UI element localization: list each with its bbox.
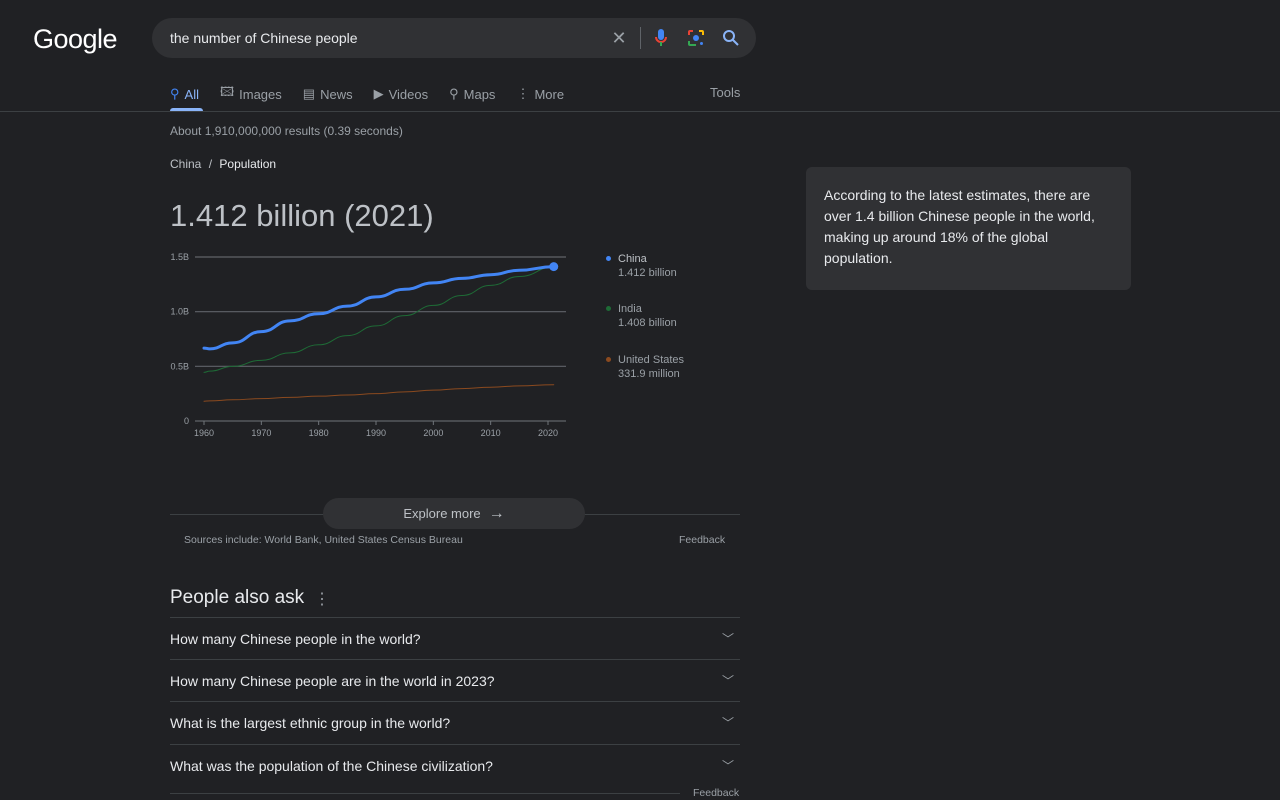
tab-label: Videos (388, 86, 429, 102)
china-endpoint-marker (549, 262, 559, 272)
question-text: How many Chinese people in the world? (170, 630, 421, 647)
lens-icon[interactable] (684, 26, 708, 50)
tab-label: Images (239, 86, 282, 102)
us-dot-icon (606, 357, 611, 362)
question-item[interactable]: What was the population of the Chinese c… (170, 744, 740, 786)
tools-button[interactable]: Tools (710, 85, 740, 100)
tab-label: All (184, 86, 199, 102)
question-item[interactable]: How many Chinese people in the world? ﹀ (170, 617, 740, 659)
chevron-down-icon: ﹀ (721, 674, 734, 688)
divider (170, 793, 680, 794)
search-input[interactable]: the number of Chinese people (170, 30, 358, 46)
series-line-united-states (203, 384, 555, 402)
question-text: What is the largest ethnic group in the … (170, 714, 451, 731)
ai-summary-panel: According to the latest estimates, there… (806, 167, 1131, 290)
people-also-ask-title: People also ask (170, 587, 305, 608)
question-item[interactable]: How many Chinese people are in the world… (170, 659, 740, 701)
tab-videos[interactable]: ▶ Videos (374, 84, 429, 104)
legend-name: United States (618, 354, 685, 366)
play-icon: ▶ (373, 86, 384, 101)
y-tick-label: 0.5B (170, 361, 189, 371)
chevron-down-icon: ﹀ (721, 716, 734, 730)
series-line-china (202, 265, 556, 351)
feedback-link[interactable]: Feedback (693, 787, 739, 799)
y-tick-label: 1.0B (170, 307, 189, 317)
sources-text: Sources include: World Bank, United Stat… (184, 534, 463, 546)
more-options-icon[interactable]: ⋮ (314, 589, 330, 609)
x-tick-label: 1970 (251, 428, 271, 438)
tab-label: More (534, 86, 565, 102)
mic-icon[interactable] (649, 26, 673, 50)
close-icon[interactable]: ✕ (607, 26, 631, 50)
legend-value: 331.9 million (618, 368, 680, 380)
china-dot-icon (606, 256, 611, 261)
legend-us[interactable]: United States 331.9 million (606, 353, 685, 381)
search-icon[interactable] (719, 26, 743, 50)
header-divider (0, 111, 1280, 112)
breadcrumb-population: Population (219, 157, 277, 171)
india-dot-icon (606, 306, 611, 311)
explore-label: Explore more (403, 506, 481, 521)
search-box[interactable]: the number of Chinese people ✕ (152, 18, 756, 58)
legend-india[interactable]: India 1.408 billion (606, 302, 677, 330)
breadcrumb-china[interactable]: China (170, 157, 201, 171)
legend-china[interactable]: China 1.412 billion (606, 252, 677, 280)
result-stats: About 1,910,000,000 results (0.39 second… (170, 124, 403, 138)
arrow-right-icon: → (488, 504, 505, 522)
chevron-down-icon: ﹀ (721, 759, 734, 773)
legend-value: 1.408 billion (618, 317, 677, 329)
x-tick-label: 1960 (194, 428, 214, 438)
feedback-link[interactable]: Feedback (679, 534, 725, 546)
tab-maps[interactable]: ⚲ Maps (449, 84, 495, 104)
tab-news[interactable]: ▤ News (303, 84, 353, 104)
search-icon: ⚲ (170, 86, 180, 101)
legend-value: 1.412 billion (618, 267, 677, 279)
question-text: What was the population of the Chinese c… (170, 757, 493, 774)
tab-more[interactable]: ⋮ More (516, 84, 564, 104)
population-chart[interactable]: 0 0.5B 1.0B 1.5B 1960 1970 1980 1990 2000 2010 202… (160, 240, 580, 445)
tab-label: News (320, 86, 353, 102)
search-tabs: ⚲ All 🖾 Images ▤ News ▶ Videos ⚲ Maps ⋮ More (170, 84, 585, 104)
x-tick-label: 1990 (366, 428, 386, 438)
breadcrumb: China / Population (170, 157, 276, 171)
question-text: How many Chinese people are in the world… (170, 672, 495, 689)
image-icon: 🖾 (219, 84, 235, 99)
news-icon: ▤ (302, 86, 316, 101)
divider (640, 27, 641, 49)
answer-value: 1.412 billion (2021) (170, 198, 434, 233)
google-logo[interactable]: Google (33, 24, 118, 55)
y-tick-label: 1.5B (170, 252, 189, 262)
explore-more-button[interactable]: Explore more → (323, 498, 585, 529)
question-item[interactable]: What is the largest ethnic group in the … (170, 701, 740, 743)
pin-icon: ⚲ (449, 86, 459, 101)
x-tick-label: 1980 (309, 428, 329, 438)
x-tick-label: 2010 (481, 428, 501, 438)
tab-images[interactable]: 🖾 Images (220, 84, 282, 104)
x-tick-label: 2000 (423, 428, 443, 438)
legend-name: India (618, 303, 642, 315)
x-tick-label: 2020 (538, 428, 558, 438)
y-tick-label: 0 (184, 416, 189, 426)
series-line-india (203, 266, 555, 373)
dots-icon: ⋮ (516, 86, 530, 101)
chevron-down-icon: ﹀ (721, 632, 734, 646)
legend-name: China (618, 253, 647, 265)
breadcrumb-separator: / (208, 157, 213, 171)
tab-label: Maps (463, 86, 496, 102)
tab-all[interactable]: ⚲ All (170, 84, 199, 104)
